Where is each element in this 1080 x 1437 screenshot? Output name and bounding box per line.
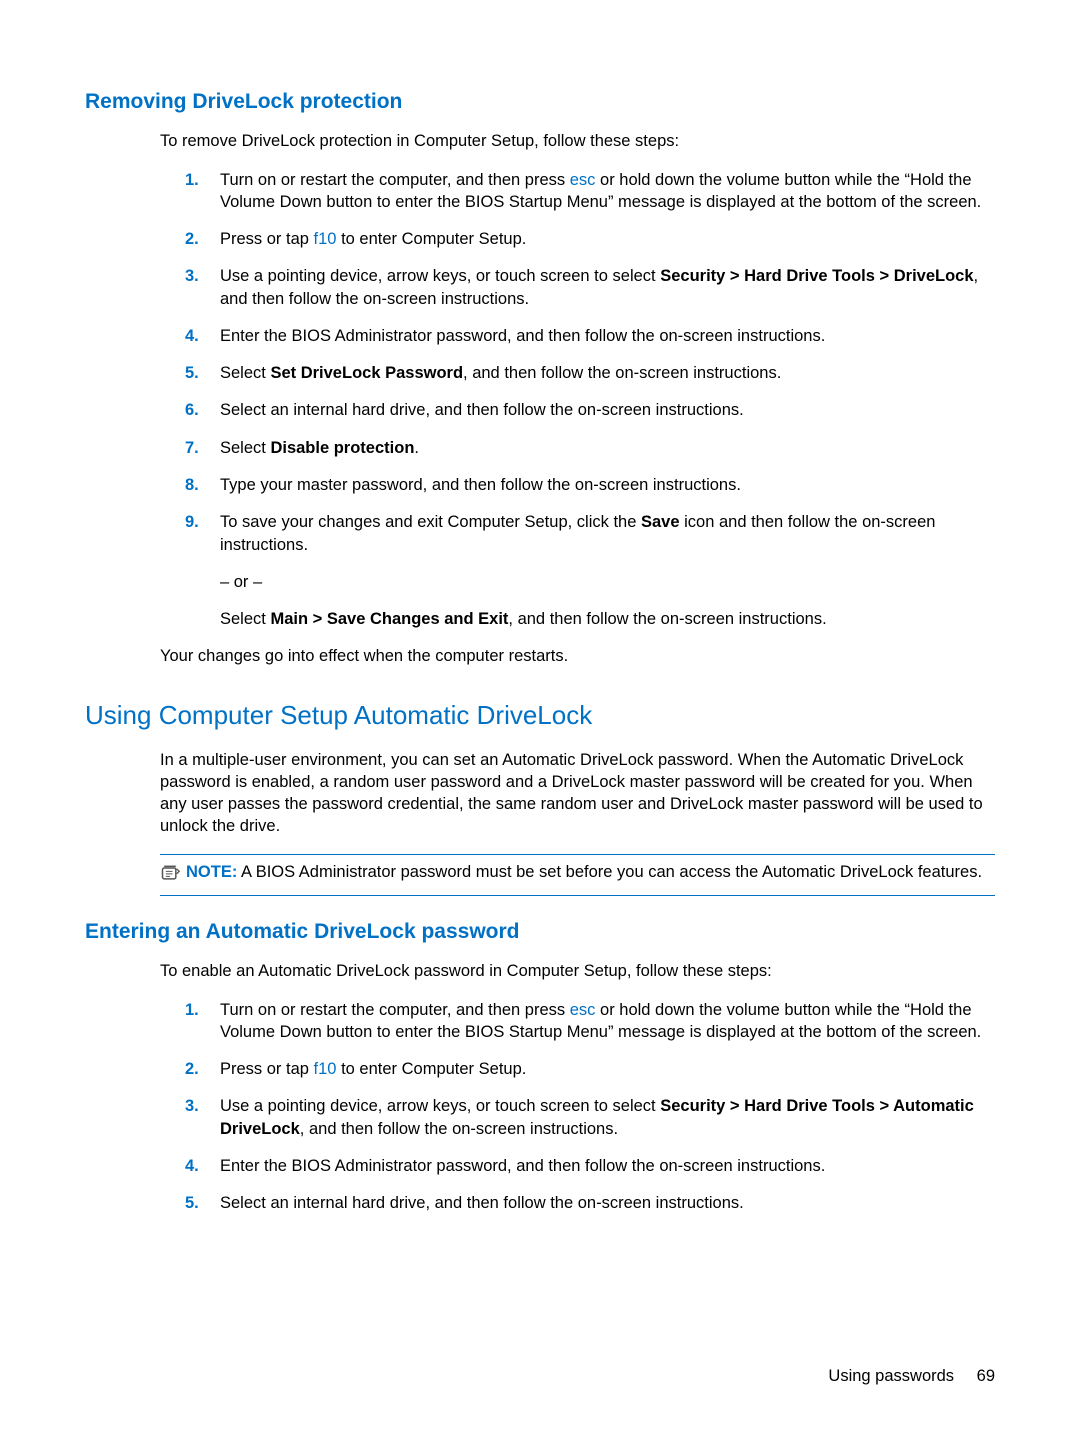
note-icon: [160, 863, 180, 889]
step-text: Turn on or restart the computer, and the…: [220, 171, 981, 211]
step-number: 8.: [185, 474, 199, 496]
step-1: 1. Turn on or restart the computer, and …: [185, 169, 995, 214]
step-number: 3.: [185, 265, 199, 287]
footer-label: Using passwords: [828, 1367, 954, 1385]
section2-intro: In a multiple-user environment, you can …: [160, 749, 995, 838]
step-number: 1.: [185, 999, 199, 1021]
step-text: Enter the BIOS Administrator password, a…: [220, 327, 825, 345]
f10-key: f10: [314, 230, 337, 248]
section1-closing: Your changes go into effect when the com…: [160, 645, 995, 667]
step-text: Select an internal hard drive, and then …: [220, 1194, 744, 1212]
step-1: 1. Turn on or restart the computer, and …: [185, 999, 995, 1044]
step-3: 3. Use a pointing device, arrow keys, or…: [185, 1095, 995, 1140]
step-number: 5.: [185, 1192, 199, 1214]
step-number: 9.: [185, 511, 199, 533]
step-4: 4. Enter the BIOS Administrator password…: [185, 325, 995, 347]
step-7: 7. Select Disable protection.: [185, 437, 995, 459]
step-text: Select an internal hard drive, and then …: [220, 401, 744, 419]
esc-key: esc: [570, 1001, 596, 1019]
step-text: Select Disable protection.: [220, 439, 419, 457]
step-5: 5. Select an internal hard drive, and th…: [185, 1192, 995, 1214]
steps-entering-auto-drivelock: 1. Turn on or restart the computer, and …: [185, 999, 995, 1215]
step-6: 6. Select an internal hard drive, and th…: [185, 399, 995, 421]
section-auto-drivelock-title: Using Computer Setup Automatic DriveLock: [85, 698, 995, 733]
step-8: 8. Type your master password, and then f…: [185, 474, 995, 496]
note-box: NOTE: A BIOS Administrator password must…: [160, 854, 995, 896]
step-number: 1.: [185, 169, 199, 191]
step-number: 2.: [185, 1058, 199, 1080]
step-number: 7.: [185, 437, 199, 459]
step-text: Press or tap f10 to enter Computer Setup…: [220, 230, 526, 248]
note-text: NOTE: A BIOS Administrator password must…: [186, 861, 995, 883]
steps-removing-drivelock: 1. Turn on or restart the computer, and …: [185, 169, 995, 556]
step-text: Select Set DriveLock Password, and then …: [220, 364, 781, 382]
step-9-alt: Select Main > Save Changes and Exit, and…: [220, 608, 995, 630]
step-text: Use a pointing device, arrow keys, or to…: [220, 1097, 974, 1137]
note-label: NOTE:: [186, 863, 237, 881]
step-9-or: – or –: [220, 571, 995, 593]
step-text: Enter the BIOS Administrator password, a…: [220, 1157, 825, 1175]
step-3: 3. Use a pointing device, arrow keys, or…: [185, 265, 995, 310]
step-4: 4. Enter the BIOS Administrator password…: [185, 1155, 995, 1177]
step-2: 2. Press or tap f10 to enter Computer Se…: [185, 1058, 995, 1080]
step-text: Turn on or restart the computer, and the…: [220, 1001, 981, 1041]
step-number: 4.: [185, 325, 199, 347]
esc-key: esc: [570, 171, 596, 189]
step-5: 5. Select Set DriveLock Password, and th…: [185, 362, 995, 384]
step-text: To save your changes and exit Computer S…: [220, 513, 935, 553]
section-removing-drivelock-title: Removing DriveLock protection: [85, 88, 995, 116]
page-number: 69: [977, 1367, 995, 1385]
step-number: 2.: [185, 228, 199, 250]
page-footer: Using passwords 69: [828, 1365, 995, 1387]
step-number: 5.: [185, 362, 199, 384]
step-9: 9. To save your changes and exit Compute…: [185, 511, 995, 556]
step-number: 3.: [185, 1095, 199, 1117]
step-number: 6.: [185, 399, 199, 421]
step-text: Press or tap f10 to enter Computer Setup…: [220, 1060, 526, 1078]
step-text: Use a pointing device, arrow keys, or to…: [220, 267, 978, 307]
section3-intro: To enable an Automatic DriveLock passwor…: [160, 960, 995, 982]
f10-key: f10: [314, 1060, 337, 1078]
step-text: Type your master password, and then foll…: [220, 476, 741, 494]
step-2: 2. Press or tap f10 to enter Computer Se…: [185, 228, 995, 250]
step-number: 4.: [185, 1155, 199, 1177]
section-entering-auto-drivelock-title: Entering an Automatic DriveLock password: [85, 918, 995, 946]
section1-intro: To remove DriveLock protection in Comput…: [160, 130, 995, 152]
